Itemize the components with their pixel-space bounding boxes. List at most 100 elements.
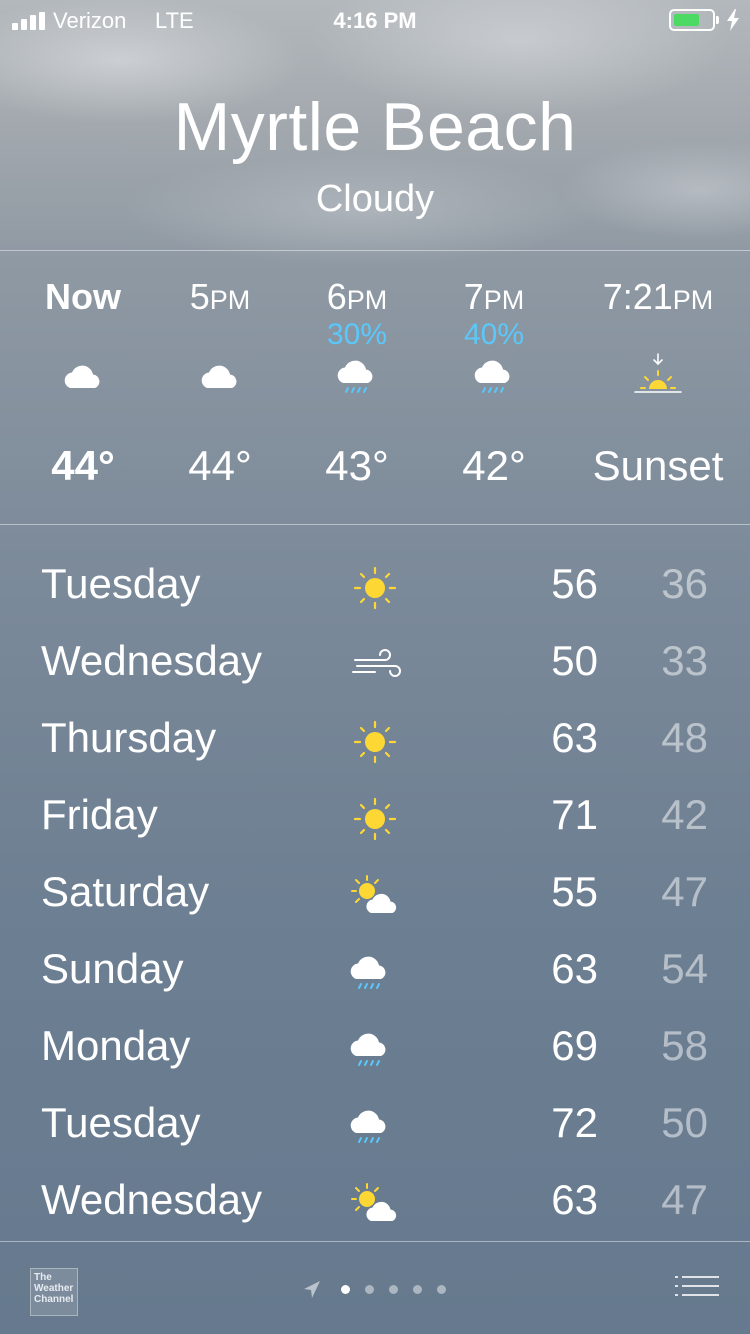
divider [0, 1241, 750, 1242]
sun-icon [345, 563, 405, 613]
day-name: Saturday [41, 868, 210, 915]
high-temperature: 50 [551, 637, 598, 684]
daily-row: Tuesday 72 50 [0, 1087, 750, 1164]
page-dot[interactable] [437, 1285, 446, 1294]
hour-label: 6PM [287, 276, 427, 318]
precip-chance: 30% [326, 318, 388, 351]
low-temperature: 42 [661, 791, 708, 838]
sun-icon [345, 794, 405, 844]
logo-text: Channel [34, 1294, 74, 1305]
page-dot[interactable] [365, 1285, 374, 1294]
day-name: Tuesday [41, 1099, 201, 1146]
sunset-icon [633, 352, 683, 402]
hour-label-value: Now [45, 276, 121, 317]
daily-row: Wednesday 50 33 [0, 625, 750, 702]
partly-cloudy-icon [345, 871, 405, 921]
hourly-item: 6PM 30% 43° [287, 252, 427, 524]
low-temperature: 33 [661, 637, 708, 684]
rain-cloud-icon [345, 1025, 405, 1075]
daily-row: Thursday 63 48 [0, 702, 750, 779]
hour-label: Now [13, 276, 153, 318]
hour-temperature: 44° [51, 442, 115, 489]
hourly-item: Now 44° [13, 252, 153, 524]
precip-chance: 40% [463, 318, 525, 351]
rain-cloud-icon [332, 352, 382, 402]
day-name: Tuesday [41, 560, 201, 607]
cloud-icon [58, 352, 108, 402]
location-arrow-icon [304, 1281, 320, 1298]
high-temperature: 63 [551, 714, 598, 761]
hour-temperature: 44° [188, 442, 252, 489]
daily-row: Tuesday 56 36 [0, 548, 750, 625]
battery-tip [716, 16, 719, 24]
hourly-item: 5PM 44° [150, 252, 290, 524]
day-name: Thursday [41, 714, 217, 761]
hour-temperature: Sunset [592, 442, 724, 489]
sun-icon [345, 717, 405, 767]
low-temperature: 50 [661, 1099, 708, 1146]
hour-label-suffix: PM [672, 285, 714, 315]
daily-row: Wednesday 63 47 [0, 1164, 750, 1241]
high-temperature: 71 [551, 791, 598, 838]
hour-label: 5PM [150, 276, 290, 318]
daily-forecast[interactable]: Tuesday 56 36 Wednesday 50 33 Thursday 63 48 Frid… [0, 548, 750, 1241]
daily-row: Saturday 55 47 [0, 856, 750, 933]
day-name: Friday [41, 791, 158, 838]
hourly-item: 7PM 40% 42° [424, 252, 564, 524]
hour-label-value: 5 [189, 276, 210, 317]
daily-row: Sunday 63 54 [0, 933, 750, 1010]
rain-cloud-icon [345, 948, 405, 998]
cloud-icon [195, 352, 245, 402]
low-temperature: 58 [661, 1022, 708, 1069]
wind-icon [345, 640, 405, 690]
hour-temperature: 43° [325, 442, 389, 489]
footer-toolbar: The Weather Channel [0, 1244, 750, 1334]
high-temperature: 63 [551, 945, 598, 992]
logo-text: The [34, 1272, 52, 1283]
battery-icon [669, 9, 715, 31]
day-name: Sunday [41, 945, 184, 992]
high-temperature: 55 [551, 868, 598, 915]
day-name: Wednesday [41, 1176, 263, 1223]
hour-label-value: 7 [463, 276, 484, 317]
page-dot[interactable] [389, 1285, 398, 1294]
rain-cloud-icon [345, 1102, 405, 1152]
hour-label-suffix: PM [483, 285, 525, 315]
status-time: 4:16 PM [333, 8, 417, 33]
city-name: Myrtle Beach [173, 89, 577, 165]
divider [0, 250, 750, 251]
hour-label-suffix: PM [209, 285, 251, 315]
hourly-forecast[interactable]: Now 44° 5PM 44° 6PM 30% 43° 7PM 40% 42° 7:21PM Suns… [0, 252, 750, 524]
partly-cloudy-icon [345, 1179, 405, 1229]
hour-label: 7PM [424, 276, 564, 318]
hour-label-value: 6 [326, 276, 347, 317]
low-temperature: 47 [661, 868, 708, 915]
low-temperature: 54 [661, 945, 708, 992]
high-temperature: 69 [551, 1022, 598, 1069]
low-temperature: 47 [661, 1176, 708, 1223]
hour-label: 7:21PM [573, 276, 743, 318]
hour-temperature: 42° [462, 442, 526, 489]
hour-label-suffix: PM [346, 285, 388, 315]
charging-bolt-icon [727, 9, 739, 31]
day-name: Wednesday [41, 637, 263, 684]
daily-row: Friday 71 42 [0, 779, 750, 856]
high-temperature: 72 [551, 1099, 598, 1146]
list-icon[interactable] [675, 1274, 719, 1304]
status-bar: Verizon LTE 4:16 PM [0, 0, 750, 40]
weather-channel-logo[interactable]: The Weather Channel [30, 1268, 78, 1316]
day-name: Monday [41, 1022, 191, 1069]
daily-row: Monday 69 58 [0, 1010, 750, 1087]
current-condition: Cloudy [315, 178, 435, 220]
page-dot[interactable] [341, 1285, 350, 1294]
page-dot[interactable] [413, 1285, 422, 1294]
high-temperature: 56 [551, 560, 598, 607]
logo-text: Weather [34, 1283, 74, 1294]
high-temperature: 63 [551, 1176, 598, 1223]
divider [0, 524, 750, 525]
low-temperature: 36 [661, 560, 708, 607]
rain-cloud-icon [469, 352, 519, 402]
low-temperature: 48 [661, 714, 708, 761]
page-indicator[interactable] [300, 1274, 460, 1304]
hour-label-value: 7:21 [602, 276, 673, 317]
